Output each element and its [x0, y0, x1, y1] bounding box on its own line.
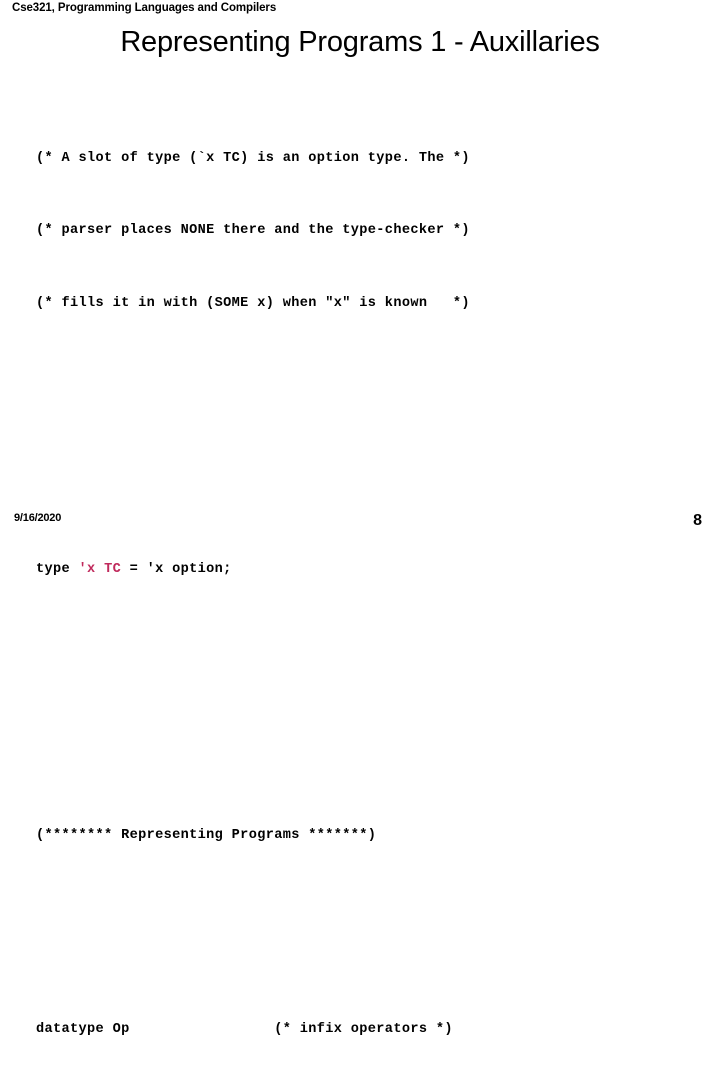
comment-line-2: (* parser places NONE there and the type…: [36, 223, 470, 239]
section-banner: (******** Representing Programs *******): [36, 828, 377, 844]
type-keyword: type: [36, 562, 79, 578]
type-name-accent: 'x TC: [78, 562, 122, 578]
type-declaration-line: type 'x TC = 'x option;: [36, 558, 696, 582]
comment-line-1: (* A slot of type (`x TC) is an option t…: [36, 150, 470, 166]
footer-date: 9/16/2020: [14, 512, 62, 524]
page-title: Representing Programs 1 - Auxillaries: [120, 26, 600, 58]
course-header: Cse321, Programming Languages and Compil…: [12, 2, 277, 14]
footer-page-number: 8: [693, 512, 702, 529]
slide-page: { "header": { "course": "Cse321, Program…: [0, 0, 720, 1037]
comment-line-3: (* fills it in with (SOME x) when "x" is…: [36, 295, 470, 311]
code-listing: (* A slot of type (`x TC) is an option t…: [36, 74, 696, 1080]
datatype-op-line-1: datatype Op (* infix operators *): [36, 1021, 453, 1037]
type-definition: = 'x option;: [121, 562, 232, 578]
